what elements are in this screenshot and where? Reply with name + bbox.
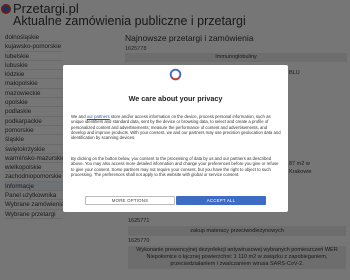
modal-overlay: We care about your privacy We and our pa… bbox=[0, 0, 350, 280]
privacy-text: We and bbox=[71, 114, 87, 119]
privacy-text-intro: We and our partners store and/or access … bbox=[71, 114, 281, 140]
accept-all-button[interactable]: ACCEPT ALL bbox=[176, 196, 266, 205]
privacy-text-consent: By clicking on the button below, you con… bbox=[71, 156, 279, 177]
our-partners-link[interactable]: our partners bbox=[87, 114, 110, 119]
privacy-consent-dialog: We care about your privacy We and our pa… bbox=[63, 65, 288, 212]
dialog-title: We care about your privacy bbox=[128, 94, 223, 103]
site-logo-icon bbox=[169, 68, 182, 81]
more-options-button[interactable]: MORE OPTIONS bbox=[85, 196, 175, 205]
